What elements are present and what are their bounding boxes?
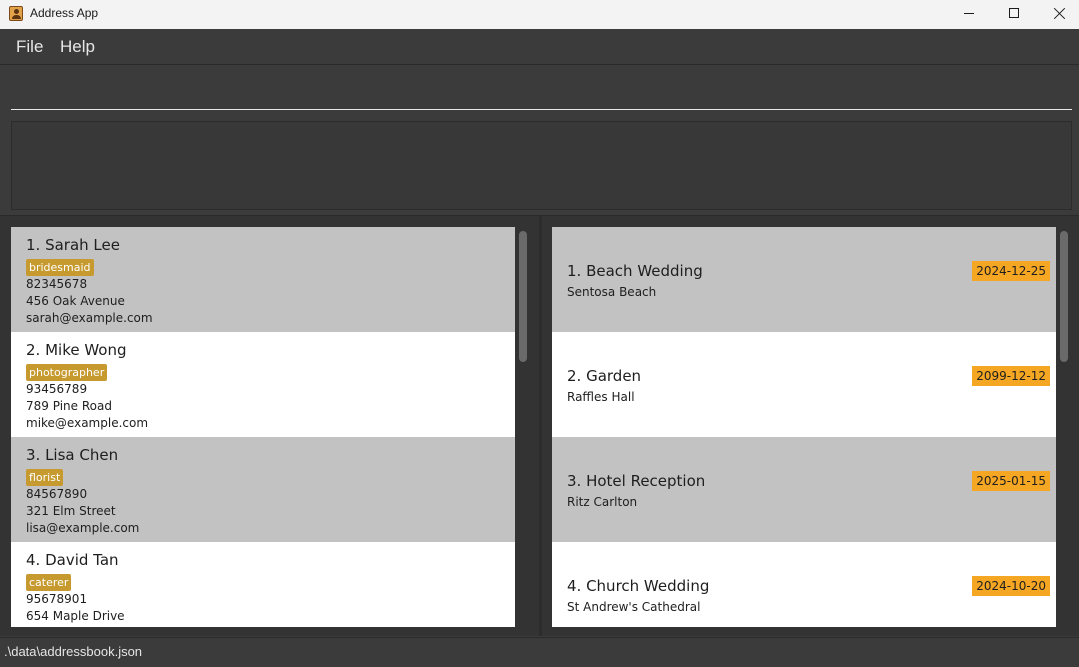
person-address: 654 Maple Drive <box>26 609 125 623</box>
person-phone: 93456789 <box>26 382 88 396</box>
menu-file[interactable]: File <box>16 37 43 57</box>
person-tag: florist <box>26 469 64 486</box>
event-date-badge: 2025-01-15 <box>972 471 1050 491</box>
event-location: Sentosa Beach <box>567 285 657 299</box>
person-tag: photographer <box>26 364 108 381</box>
person-address: 789 Pine Road <box>26 399 112 413</box>
person-card[interactable]: 3. Lisa Chen florist 84567890 321 Elm St… <box>11 437 515 542</box>
event-location: St Andrew's Cathedral <box>567 600 701 614</box>
event-date-badge: 2024-12-25 <box>972 261 1050 281</box>
person-email: sarah@example.com <box>26 311 153 325</box>
event-date-badge: 2024-10-20 <box>972 576 1050 596</box>
event-list[interactable]: 1. Beach Wedding Sentosa Beach 2024-12-2… <box>552 227 1056 627</box>
person-tag: caterer <box>26 574 72 591</box>
person-list[interactable]: 1. Sarah Lee bridesmaid 82345678 456 Oak… <box>11 227 515 627</box>
person-card[interactable]: 2. Mike Wong photographer 93456789 789 P… <box>11 332 515 437</box>
person-tag: bridesmaid <box>26 259 94 276</box>
event-location: Ritz Carlton <box>567 495 638 509</box>
event-name: 4. Church Wedding <box>567 577 710 595</box>
status-bar: .\data\addressbook.json <box>0 637 1079 667</box>
minimize-icon <box>964 13 974 14</box>
menu-bar: File Help <box>0 29 1079 65</box>
person-phone: 84567890 <box>26 487 88 501</box>
title-bar: Address App <box>0 0 1079 29</box>
split-pane-divider[interactable] <box>539 216 542 636</box>
event-date-badge: 2099-12-12 <box>972 366 1050 386</box>
person-card[interactable]: 4. David Tan caterer 95678901 654 Maple … <box>11 542 515 627</box>
close-button[interactable] <box>1036 0 1079 29</box>
person-email: lisa@example.com <box>26 521 140 535</box>
event-card[interactable]: 3. Hotel Reception Ritz Carlton 2025-01-… <box>552 437 1056 542</box>
person-phone: 82345678 <box>26 277 88 291</box>
command-box <box>0 66 1079 115</box>
person-name: 3. Lisa Chen <box>26 446 119 464</box>
maximize-button[interactable] <box>991 0 1037 29</box>
event-name: 1. Beach Wedding <box>567 262 703 280</box>
person-name: 4. David Tan <box>26 551 119 569</box>
menu-help[interactable]: Help <box>60 37 95 57</box>
person-phone: 95678901 <box>26 592 88 606</box>
person-email: mike@example.com <box>26 416 149 430</box>
event-name: 3. Hotel Reception <box>567 472 706 490</box>
maximize-icon <box>1009 8 1019 18</box>
event-list-scrollbar[interactable] <box>1060 231 1068 362</box>
address-book-icon <box>9 6 23 21</box>
command-input[interactable] <box>11 66 1072 110</box>
person-card[interactable]: 1. Sarah Lee bridesmaid 82345678 456 Oak… <box>11 227 515 332</box>
person-address: 321 Elm Street <box>26 504 116 518</box>
event-name: 2. Garden <box>567 367 642 385</box>
event-location: Raffles Hall <box>567 390 635 404</box>
minimize-button[interactable] <box>946 0 992 29</box>
person-address: 456 Oak Avenue <box>26 294 125 308</box>
person-list-scrollbar[interactable] <box>519 231 527 362</box>
event-card[interactable]: 1. Beach Wedding Sentosa Beach 2024-12-2… <box>552 227 1056 332</box>
close-icon <box>1053 7 1066 20</box>
save-file-path: .\data\addressbook.json <box>4 644 143 659</box>
event-card[interactable]: 2. Garden Raffles Hall 2099-12-12 <box>552 332 1056 437</box>
window-title: Address App <box>30 6 99 20</box>
event-card[interactable]: 4. Church Wedding St Andrew's Cathedral … <box>552 542 1056 627</box>
person-name: 2. Mike Wong <box>26 341 127 359</box>
result-display <box>11 121 1072 210</box>
person-name: 1. Sarah Lee <box>26 236 120 254</box>
